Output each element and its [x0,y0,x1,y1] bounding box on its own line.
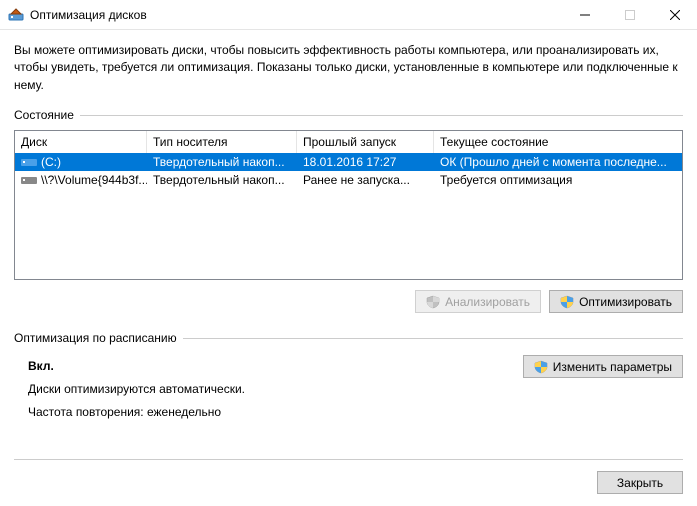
drive-icon [21,174,37,186]
schedule-section-label: Оптимизация по расписанию [14,331,683,345]
cell-lastrun: 18.01.2016 17:27 [297,155,434,169]
minimize-button[interactable] [562,0,607,29]
state-label: Состояние [14,108,74,122]
schedule-on: Вкл. [28,355,523,378]
shield-icon [560,295,574,309]
schedule-heading: Оптимизация по расписанию [14,331,177,345]
drive-icon [21,156,37,168]
cell-media: Твердотельный накоп... [147,173,297,187]
cell-disk: \\?\Volume{944b3f... [41,173,147,187]
maximize-button[interactable] [607,0,652,29]
intro-text: Вы можете оптимизировать диски, чтобы по… [14,42,683,94]
col-disk[interactable]: Диск [15,131,147,153]
table-row[interactable]: (C:) Твердотельный накоп...18.01.2016 17:… [15,153,682,171]
cell-status: Требуется оптимизация [434,173,682,187]
schedule-line2: Частота повторения: еженедельно [28,401,523,424]
window-title: Оптимизация дисков [30,8,562,22]
shield-icon [534,360,548,374]
cell-lastrun: Ранее не запуска... [297,173,434,187]
schedule-line1: Диски оптимизируются автоматически. [28,378,523,401]
cell-status: ОК (Прошло дней с момента последне... [434,155,682,169]
window-controls [562,0,697,29]
close-label: Закрыть [617,476,663,490]
analyze-label: Анализировать [445,295,530,309]
col-status[interactable]: Текущее состояние [434,131,682,153]
optimize-button[interactable]: Оптимизировать [549,290,683,313]
app-icon [8,7,24,23]
drives-listview[interactable]: Диск Тип носителя Прошлый запуск Текущее… [14,130,683,280]
close-button[interactable] [652,0,697,29]
table-row[interactable]: \\?\Volume{944b3f...Твердотельный накоп.… [15,171,682,189]
schedule-text: Вкл. Диски оптимизируются автоматически.… [28,355,523,423]
listview-header: Диск Тип носителя Прошлый запуск Текущее… [15,131,682,153]
change-settings-button[interactable]: Изменить параметры [523,355,683,378]
col-lastrun[interactable]: Прошлый запуск [297,131,434,153]
titlebar: Оптимизация дисков [0,0,697,30]
shield-icon [426,295,440,309]
cell-media: Твердотельный накоп... [147,155,297,169]
change-settings-label: Изменить параметры [553,360,672,374]
close-page-button[interactable]: Закрыть [597,471,683,494]
optimize-label: Оптимизировать [579,295,672,309]
footer-divider [14,459,683,460]
cell-disk: (C:) [41,155,61,169]
divider [80,115,683,116]
state-section-label: Состояние [14,108,683,122]
analyze-button: Анализировать [415,290,541,313]
divider [183,338,683,339]
col-media[interactable]: Тип носителя [147,131,297,153]
